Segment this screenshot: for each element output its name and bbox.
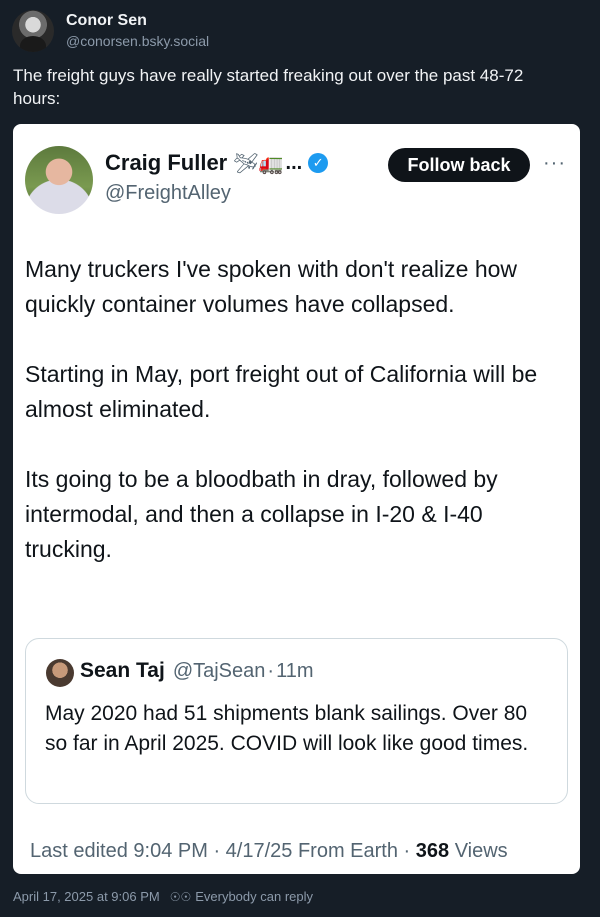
- post-text: The freight guys have really started fre…: [13, 66, 524, 108]
- embed-meta: Last edited 9:04 PM · 4/17/25 From Earth…: [30, 840, 508, 863]
- quote-text: May 2020 had 51 shipments blank sailings…: [45, 702, 529, 755]
- post-footer: April 17, 2025 at 9:06 PM ☉☉ Everybody c…: [13, 889, 313, 904]
- quote-time: 11m: [276, 660, 314, 682]
- quote-author-name: Sean Taj: [80, 659, 165, 682]
- meta-separator: ·: [397, 840, 416, 862]
- tweet-paragraph: Starting in May, port freight out of Cal…: [25, 361, 538, 422]
- follow-back-button: Follow back: [388, 148, 530, 182]
- reply-setting[interactable]: Everybody can reply: [195, 889, 313, 904]
- people-icon: ☉☉: [169, 889, 192, 904]
- embed-author-name: Craig Fuller: [105, 150, 228, 175]
- more-icon: ···: [543, 152, 566, 174]
- views-count: 368: [415, 840, 450, 862]
- post-timestamp[interactable]: April 17, 2025 at 9:06 PM: [13, 889, 160, 904]
- embed-name-row: Craig Fuller 🛩🚛 ... ✓: [105, 150, 329, 176]
- tweet-paragraph: Its going to be a bloodbath in dray, fol…: [25, 466, 498, 562]
- embed-author-handle: @FreightAlley: [105, 182, 231, 204]
- embed-avatar: [25, 146, 93, 214]
- meta-separator: ·: [207, 840, 226, 862]
- embed-name-emoji: 🛩🚛: [233, 152, 284, 175]
- embedded-screenshot[interactable]: Craig Fuller 🛩🚛 ... ✓ @FreightAlley Foll…: [13, 124, 580, 874]
- quote-header: Sean Taj @TajSean · 11m: [80, 659, 313, 683]
- embed-tweet-text: Many truckers I've spoken with don't rea…: [25, 252, 570, 602]
- verified-badge-icon: ✓: [308, 153, 329, 173]
- tweet-paragraph: Many truckers I've spoken with don't rea…: [25, 256, 518, 317]
- tweet-source: From Earth: [292, 840, 398, 862]
- tweet-date: 4/17/25: [225, 840, 293, 862]
- views-label: Views: [449, 840, 508, 862]
- quote-separator: ·: [267, 660, 275, 682]
- avatar[interactable]: [12, 10, 54, 52]
- edited-label: Last edited 9:04 PM: [30, 840, 208, 862]
- quote-avatar: [46, 659, 74, 687]
- bluesky-post: Conor Sen @conorsen.bsky.social The frei…: [0, 0, 600, 917]
- quoted-tweet: Sean Taj @TajSean · 11m May 2020 had 51 …: [25, 638, 568, 804]
- author-name[interactable]: Conor Sen: [66, 11, 209, 31]
- quote-author-handle: @TajSean: [172, 660, 266, 682]
- embed-name-ellipsis: ...: [285, 151, 303, 174]
- author-block[interactable]: Conor Sen @conorsen.bsky.social: [66, 11, 209, 51]
- post-header: Conor Sen @conorsen.bsky.social: [12, 10, 209, 52]
- author-handle[interactable]: @conorsen.bsky.social: [66, 31, 209, 51]
